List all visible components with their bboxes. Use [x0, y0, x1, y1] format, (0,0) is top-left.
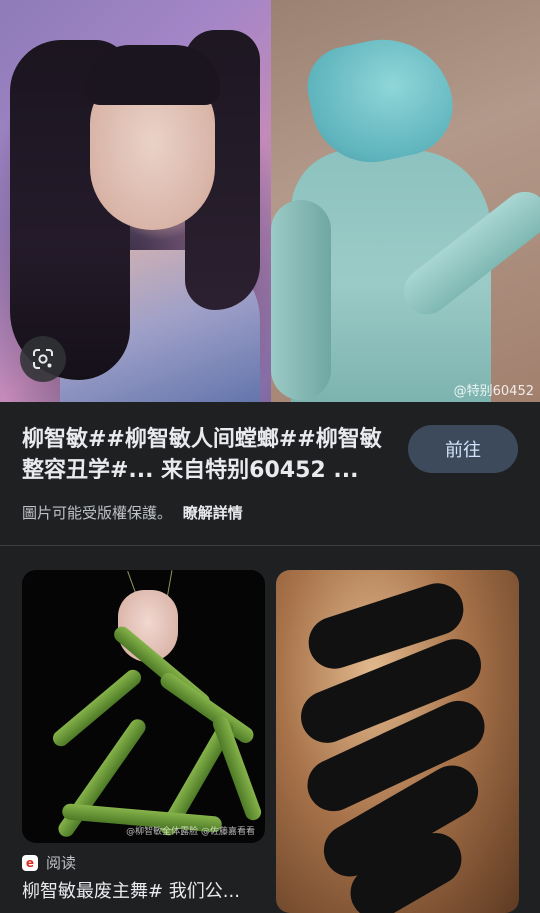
- result-title[interactable]: 柳智敏##柳智敏人间螳螂##柳智敏整容丑学#... 来自特别60452 ...: [22, 424, 392, 486]
- learn-more-link[interactable]: 瞭解詳情: [183, 504, 243, 522]
- related-image-watermark: @柳智敏全体露脸 @佐藤嘉看看: [126, 827, 255, 837]
- main-result-image[interactable]: @特别60452: [0, 0, 540, 402]
- visit-button[interactable]: 前往: [408, 425, 518, 473]
- related-source-1[interactable]: e 阅读: [22, 852, 76, 873]
- copyright-text: 圖片可能受版權保護。: [22, 504, 173, 522]
- source-name: 阅读: [46, 854, 77, 872]
- related-image-2[interactable]: [276, 570, 519, 913]
- e-reader-icon: e: [22, 854, 38, 871]
- copyright-notice: 圖片可能受版權保護。 瞭解詳情: [22, 502, 243, 523]
- image-watermark: @特别60452: [453, 384, 534, 399]
- section-divider: [0, 545, 540, 546]
- google-lens-button[interactable]: [20, 336, 66, 382]
- hero-photo-right: [271, 0, 540, 402]
- google-lens-icon: [33, 349, 53, 369]
- image-result-page: @特别60452 柳智敏##柳智敏人间螳螂##柳智敏整容丑学#... 来自特别6…: [0, 0, 540, 913]
- related-image-1[interactable]: @柳智敏全体露脸 @佐藤嘉看看: [22, 570, 265, 843]
- related-title-1[interactable]: 柳智敏最废主舞# 我们公...: [22, 877, 267, 903]
